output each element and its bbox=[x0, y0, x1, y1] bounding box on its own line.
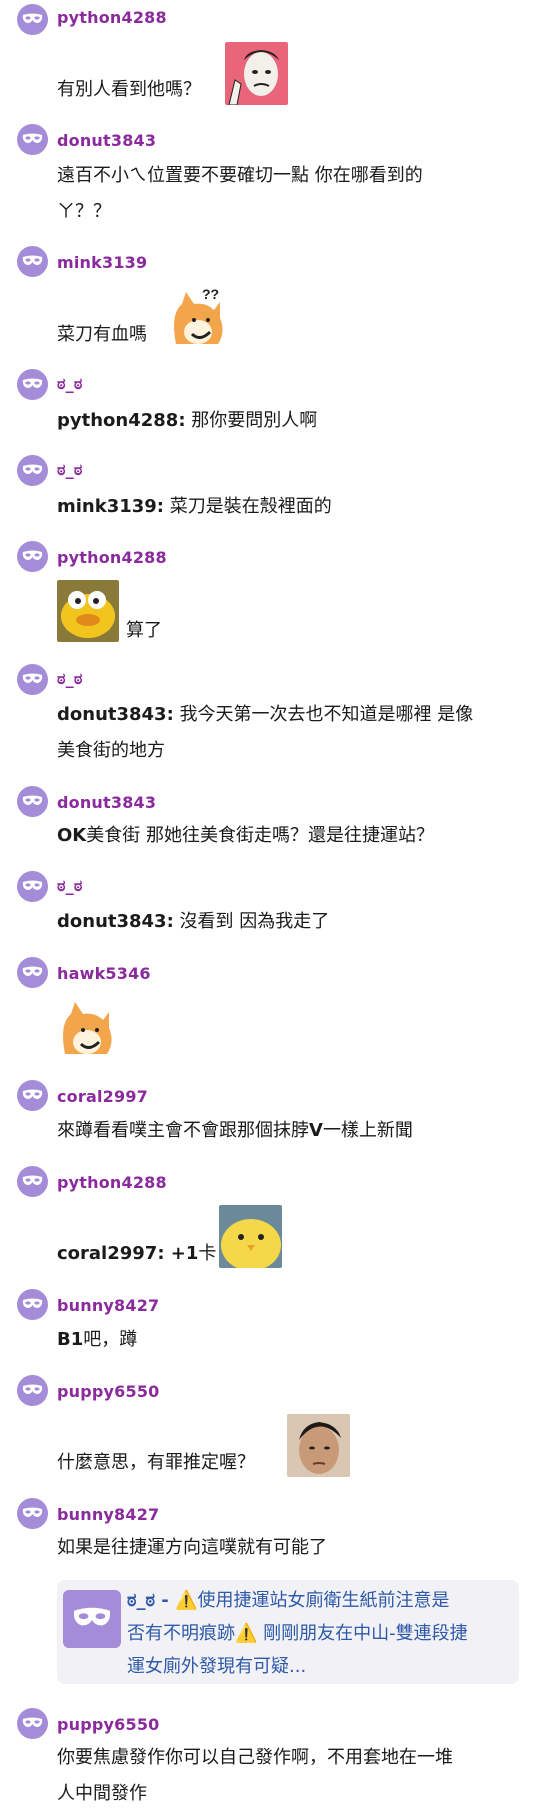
username[interactable]: puppy6550 bbox=[57, 1715, 160, 1734]
username[interactable]: python4288 bbox=[57, 548, 167, 567]
message-text: coral2997: +1卡 bbox=[57, 1243, 217, 1264]
mask-icon bbox=[22, 550, 43, 560]
quote-text[interactable]: ಠ_ಠ - ⚠️使用捷運站女廁衛生紙前注意是 否有不明痕跡⚠️ 剛剛朋友在中山-… bbox=[127, 1584, 512, 1683]
message-text: B1吧，蹲 bbox=[57, 1329, 138, 1350]
chick-sticker bbox=[219, 1205, 282, 1268]
message-text-line: 人中間發作 bbox=[57, 1783, 147, 1804]
message-text: mink3139: 菜刀是裝在殼裡面的 bbox=[57, 496, 332, 517]
username[interactable]: coral2997 bbox=[57, 1087, 148, 1106]
message-text-line: donut3843: 我今天第一次去也不知道是哪裡 是像 bbox=[57, 704, 474, 725]
message-text: 什麼意思，有罪推定喔？ bbox=[57, 1452, 255, 1473]
mask-icon bbox=[22, 1175, 43, 1185]
avatar[interactable] bbox=[17, 369, 48, 400]
quote-avatar bbox=[63, 1590, 121, 1648]
mask-icon bbox=[22, 464, 43, 474]
mask-icon bbox=[22, 1507, 43, 1517]
mask-icon bbox=[22, 13, 43, 23]
mask-icon bbox=[22, 255, 43, 265]
avatar[interactable] bbox=[17, 1166, 48, 1197]
avatar[interactable] bbox=[17, 1289, 48, 1320]
mask-icon bbox=[22, 673, 43, 683]
mention[interactable]: python4288: bbox=[57, 410, 186, 431]
avatar[interactable] bbox=[17, 1708, 48, 1739]
avatar[interactable] bbox=[17, 786, 48, 817]
svg-text:??: ?? bbox=[202, 286, 219, 302]
username[interactable]: ಠ_ಠ bbox=[57, 876, 83, 896]
avatar[interactable] bbox=[17, 124, 48, 155]
fox-question-sticker: ?? bbox=[168, 284, 230, 350]
avatar[interactable] bbox=[17, 455, 48, 486]
avatar[interactable] bbox=[17, 871, 48, 902]
message-text: 如果是往捷運方向這噗就有可能了 bbox=[57, 1537, 327, 1558]
linked-plurk-card[interactable]: ಠ_ಠ - ⚠️使用捷運站女廁衛生紙前注意是 否有不明痕跡⚠️ 剛剛朋友在中山-… bbox=[57, 1580, 519, 1684]
username[interactable]: hawk5346 bbox=[57, 964, 151, 983]
mention[interactable]: donut3843: bbox=[57, 911, 174, 932]
username[interactable]: donut3843 bbox=[57, 131, 156, 150]
username[interactable]: mink3139 bbox=[57, 253, 147, 272]
avatar[interactable] bbox=[17, 1080, 48, 1111]
message-text-line: 美食街的地方 bbox=[57, 740, 165, 761]
username[interactable]: donut3843 bbox=[57, 793, 156, 812]
avatar[interactable] bbox=[17, 1498, 48, 1529]
message-text: python4288: 那你要問別人啊 bbox=[57, 410, 318, 431]
username[interactable]: bunny8427 bbox=[57, 1296, 159, 1315]
username[interactable]: puppy6550 bbox=[57, 1382, 160, 1401]
avatar[interactable] bbox=[17, 664, 48, 695]
mask-icon bbox=[22, 1089, 43, 1099]
photo-sticker bbox=[287, 1414, 350, 1477]
message-text: 來蹲看看噗主會不會跟那個抹脖V一樣上新聞 bbox=[57, 1120, 413, 1141]
avatar[interactable] bbox=[17, 4, 48, 35]
avatar[interactable] bbox=[17, 1375, 48, 1406]
mask-icon bbox=[22, 133, 43, 143]
mask-icon bbox=[22, 1298, 43, 1308]
face-sticker bbox=[225, 42, 288, 105]
avatar[interactable] bbox=[17, 246, 48, 277]
warning-icon: ⚠️ bbox=[175, 1590, 198, 1611]
message-text: OK美食街 那她往美食街走嗎？還是往捷運站？ bbox=[57, 825, 434, 846]
mask-icon bbox=[22, 880, 43, 890]
message-text: 有別人看到他嗎？ bbox=[57, 79, 201, 100]
message-text: 菜刀有血嗎 bbox=[57, 324, 147, 345]
message-text-line: ㄚ？？ bbox=[57, 201, 111, 222]
mention[interactable]: donut3843: bbox=[57, 704, 174, 725]
message-text-line: 你要焦慮發作你可以自己發作啊，不用套地在一堆 bbox=[57, 1747, 453, 1768]
username[interactable]: ಠ_ಠ bbox=[57, 669, 83, 689]
message-text-line: 遠百不小ㄟ位置要不要確切一點 你在哪看到的 bbox=[57, 165, 423, 186]
mask-icon bbox=[22, 1717, 43, 1727]
message-text: 算了 bbox=[126, 620, 162, 641]
username[interactable]: python4288 bbox=[57, 8, 167, 27]
mask-icon bbox=[22, 1384, 43, 1394]
mask-icon bbox=[22, 966, 43, 976]
mention[interactable]: coral2997: +1 bbox=[57, 1243, 198, 1264]
fox-sticker bbox=[57, 996, 117, 1058]
mask-icon bbox=[73, 1607, 111, 1626]
message-text: donut3843: 沒看到 因為我走了 bbox=[57, 911, 330, 932]
mask-icon bbox=[22, 795, 43, 805]
avatar[interactable] bbox=[17, 541, 48, 572]
username[interactable]: ಠ_ಠ bbox=[57, 460, 83, 480]
username[interactable]: bunny8427 bbox=[57, 1505, 159, 1524]
yellow-toy-sticker bbox=[57, 580, 119, 642]
username[interactable]: python4288 bbox=[57, 1173, 167, 1192]
mention[interactable]: mink3139: bbox=[57, 496, 164, 517]
warning-icon: ⚠️ bbox=[235, 1623, 258, 1644]
mask-icon bbox=[22, 378, 43, 388]
username[interactable]: ಠ_ಠ bbox=[57, 374, 83, 394]
avatar[interactable] bbox=[17, 957, 48, 988]
